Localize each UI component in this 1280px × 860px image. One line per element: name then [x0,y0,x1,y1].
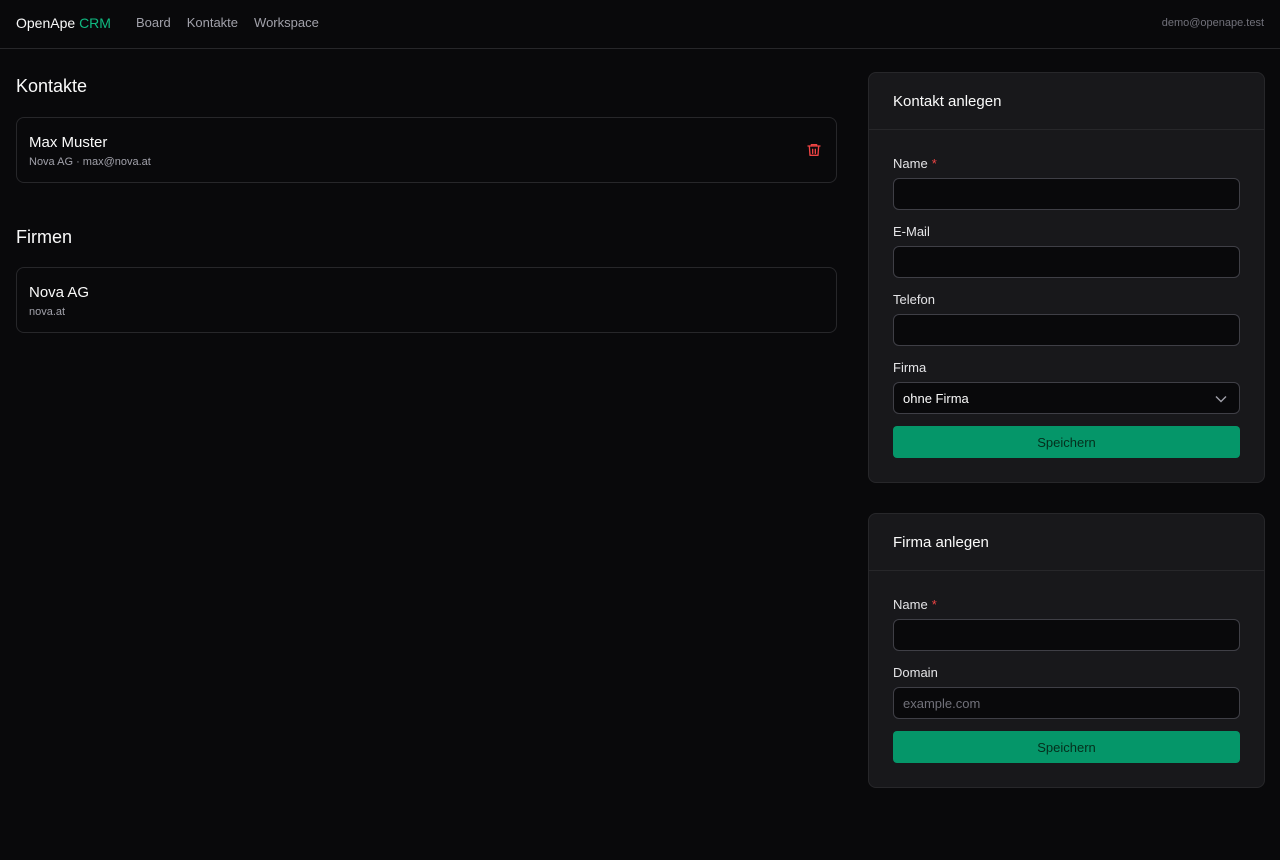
companies-title: Firmen [16,227,73,247]
contact-company-selected: ohne Firma [903,391,969,406]
top-bar: OpenApe CRM Board Kontakte Workspace dem… [0,0,1280,49]
nav-workspace[interactable]: Workspace [254,15,319,30]
contact-company-select[interactable]: ohne Firma [893,382,1240,414]
app-logo[interactable]: OpenApe CRM [16,15,111,31]
contact-email-label: E-Mail [893,224,930,239]
company-domain-input[interactable] [893,687,1240,719]
company-name-input[interactable] [893,619,1240,651]
company-form-title: Firma anlegen [869,514,1264,571]
company-save-button[interactable]: Speichern [893,731,1240,763]
nav-board[interactable]: Board [136,15,171,30]
contact-save-button[interactable]: Speichern [893,426,1240,458]
user-email: demo@openape.test [1161,17,1264,29]
nav-kontakte[interactable]: Kontakte [187,15,238,30]
company-domain-label: Domain [893,665,938,680]
company-name: Nova AG [29,284,90,301]
main-nav: Board Kontakte Workspace [136,15,319,30]
company-form-panel: Firma anlegen Name* Domain Speichern [868,513,1265,788]
brand-name: OpenApe [16,15,76,31]
contact-name: Max Muster [29,134,108,151]
contact-company-label: Firma [893,360,927,375]
contact-name-input[interactable] [893,178,1240,210]
contact-card[interactable]: Max Muster Nova AG · max@nova.at [16,117,837,183]
contact-form-title: Kontakt anlegen [869,73,1264,130]
brand-accent: CRM [79,15,111,31]
contact-phone-label: Telefon [893,292,935,307]
contacts-title: Kontakte [16,76,88,96]
trash-icon[interactable] [806,142,822,158]
contact-phone-input[interactable] [893,314,1240,346]
contact-details: Nova AG · max@nova.at [29,156,151,168]
chevron-down-icon [1215,396,1227,403]
contact-name-label: Name * [893,156,937,171]
required-mark: * [931,156,937,171]
company-domain: nova.at [29,306,66,318]
required-mark: * [931,597,937,612]
contact-form-panel: Kontakt anlegen Name * E-Mail Telefon Fir… [868,72,1265,483]
contact-email-input[interactable] [893,246,1240,278]
company-card[interactable]: Nova AG nova.at [16,267,837,333]
company-name-label: Name * [893,597,937,612]
